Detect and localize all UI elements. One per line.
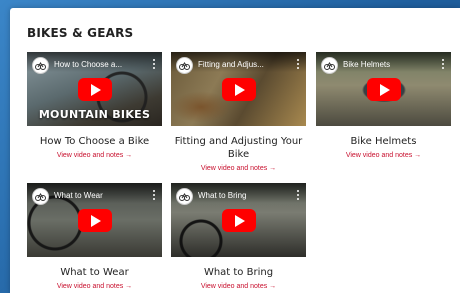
view-video-link[interactable]: View video and notes → bbox=[316, 152, 451, 159]
view-video-link[interactable]: View video and notes → bbox=[171, 165, 306, 172]
video-title: What to Wear bbox=[54, 191, 103, 200]
more-vertical-icon[interactable] bbox=[297, 190, 300, 200]
video-title: Bike Helmets bbox=[343, 60, 391, 69]
content-panel: BIKES & GEARS How to Choose a... MOUNTAI… bbox=[10, 8, 460, 293]
video-thumbnail[interactable]: Fitting and Adjus... bbox=[171, 52, 306, 126]
more-vertical-icon[interactable] bbox=[297, 59, 300, 69]
view-video-link[interactable]: View video and notes → bbox=[27, 152, 162, 159]
video-thumbnail[interactable]: What to Bring bbox=[171, 183, 306, 257]
view-video-link[interactable]: View video and notes → bbox=[27, 283, 162, 290]
youtube-play-icon[interactable] bbox=[366, 78, 401, 101]
youtube-play-icon[interactable] bbox=[77, 209, 112, 232]
card-title: Bike Helmets bbox=[350, 136, 417, 147]
video-thumbnail[interactable]: How to Choose a... MOUNTAIN BIKES bbox=[27, 52, 162, 126]
bicycle-logo-icon bbox=[32, 57, 49, 74]
more-vertical-icon[interactable] bbox=[442, 59, 445, 69]
more-vertical-icon[interactable] bbox=[153, 59, 156, 69]
card-title: Fitting and Adjusting Your Bike bbox=[174, 136, 303, 160]
video-thumbnail[interactable]: What to Wear bbox=[27, 183, 162, 257]
view-video-link[interactable]: View video and notes → bbox=[171, 283, 306, 290]
video-card: What to Wear What to Wear View video and… bbox=[27, 183, 162, 290]
bicycle-logo-icon bbox=[32, 188, 49, 205]
card-title: What to Wear bbox=[60, 267, 129, 278]
bicycle-logo-icon bbox=[176, 188, 193, 205]
video-title: What to Bring bbox=[198, 191, 247, 200]
more-vertical-icon[interactable] bbox=[153, 190, 156, 200]
card-title: How To Choose a Bike bbox=[39, 136, 150, 147]
video-card: How to Choose a... MOUNTAIN BIKES How To… bbox=[27, 52, 162, 159]
section-title: BIKES & GEARS bbox=[27, 26, 134, 40]
video-card: Bike Helmets Bike Helmets View video and… bbox=[316, 52, 451, 159]
card-title: What to Bring bbox=[203, 267, 274, 278]
video-title: How to Choose a... bbox=[54, 60, 123, 69]
video-card: What to Bring What to Bring View video a… bbox=[171, 183, 306, 290]
video-thumbnail[interactable]: Bike Helmets bbox=[316, 52, 451, 126]
bicycle-logo-icon bbox=[321, 57, 338, 74]
thumbnail-overlay-text: MOUNTAIN BIKES bbox=[38, 108, 151, 121]
youtube-play-icon[interactable] bbox=[221, 209, 256, 232]
video-title: Fitting and Adjus... bbox=[198, 60, 264, 69]
bicycle-logo-icon bbox=[176, 57, 193, 74]
youtube-play-icon[interactable] bbox=[221, 78, 256, 101]
youtube-play-icon[interactable] bbox=[77, 78, 112, 101]
video-card: Fitting and Adjus... Fitting and Adjusti… bbox=[171, 52, 306, 172]
